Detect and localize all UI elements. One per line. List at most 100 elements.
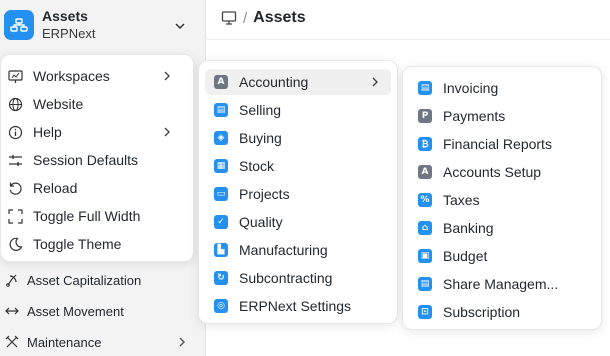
menu-item-share-management[interactable]: ▤ Share Managem... bbox=[409, 271, 595, 297]
menu-item-invoicing[interactable]: ▤ Invoicing bbox=[409, 75, 595, 101]
financial-reports-icon: ₿ bbox=[418, 137, 432, 151]
quality-icon: ✓ bbox=[214, 215, 228, 229]
menu-item-session-defaults[interactable]: Session Defaults bbox=[7, 147, 189, 173]
sidebar-item-label: Asset Capitalization bbox=[27, 272, 142, 288]
menu-item-label: Toggle Full Width bbox=[33, 208, 141, 224]
menu-item-help[interactable]: Help bbox=[7, 119, 189, 145]
menu-item-label: Session Defaults bbox=[33, 152, 139, 168]
app-subtitle: ERPNext bbox=[42, 26, 96, 41]
app-title: Assets bbox=[42, 8, 88, 24]
menu-item-label: Subcontracting bbox=[239, 270, 333, 286]
menu-item-label: Website bbox=[33, 96, 84, 112]
menu-item-label: Invoicing bbox=[443, 80, 499, 96]
menu-item-subcontracting[interactable]: ↻ Subcontracting bbox=[205, 265, 391, 291]
share-management-icon: ▤ bbox=[418, 277, 432, 291]
menu-item-taxes[interactable]: % Taxes bbox=[409, 187, 595, 213]
moon-icon bbox=[7, 236, 23, 252]
menu-item-erpnext-settings[interactable]: ◎ ERPNext Settings bbox=[205, 293, 391, 319]
invoicing-icon: ▤ bbox=[418, 81, 432, 95]
arrows-left-right-icon bbox=[4, 303, 20, 319]
menu-item-label: Taxes bbox=[443, 192, 480, 208]
menu-item-label: Subscription bbox=[443, 304, 521, 320]
sidebar-item-asset-capitalization[interactable]: Asset Capitalization bbox=[0, 266, 200, 294]
menu-item-label: Budget bbox=[443, 248, 488, 264]
menu-item-label: Financial Reports bbox=[443, 136, 552, 152]
settings-icon: ◎ bbox=[214, 299, 228, 313]
taxes-icon: % bbox=[418, 193, 432, 207]
breadcrumb-separator: / bbox=[243, 9, 248, 27]
menu-item-financial-reports[interactable]: ₿ Financial Reports bbox=[409, 131, 595, 157]
menu-item-accounts-setup[interactable]: A Accounts Setup bbox=[409, 159, 595, 185]
menu-item-toggle-theme[interactable]: Toggle Theme bbox=[7, 231, 189, 257]
menu-item-label: Quality bbox=[239, 214, 283, 230]
expand-icon bbox=[7, 208, 23, 224]
menu-item-label: Share Managem... bbox=[443, 276, 559, 292]
menu-item-budget[interactable]: ▣ Budget bbox=[409, 243, 595, 269]
menu-item-label: Payments bbox=[443, 108, 506, 124]
menu-item-banking[interactable]: ⌂ Banking bbox=[409, 215, 595, 241]
info-icon bbox=[7, 124, 23, 140]
menu-item-label: Stock bbox=[239, 158, 275, 174]
menu-item-label: Help bbox=[33, 124, 62, 140]
sidebar-item-label: Asset Movement bbox=[27, 303, 124, 319]
stock-icon: ▦ bbox=[214, 159, 228, 173]
menu-item-label: Reload bbox=[33, 180, 78, 196]
chevron-right-icon[interactable] bbox=[176, 335, 188, 349]
menu-item-payments[interactable]: P Payments bbox=[409, 103, 595, 129]
menu-item-label: Accounts Setup bbox=[443, 164, 542, 180]
menu-item-toggle-full-width[interactable]: Toggle Full Width bbox=[7, 203, 189, 229]
menu-item-label: Accounting bbox=[239, 74, 309, 90]
presentation-icon bbox=[7, 68, 23, 84]
subscription-icon: ⊡ bbox=[418, 305, 432, 319]
accounting-menu: ▤ Invoicing P Payments ₿ Financial Repor… bbox=[402, 66, 602, 330]
menu-item-selling[interactable]: ▤ Selling bbox=[205, 97, 391, 123]
globe-icon bbox=[7, 96, 23, 112]
accounting-icon: A bbox=[214, 75, 228, 89]
subcontracting-icon: ↻ bbox=[214, 271, 228, 285]
page-header: / Assets bbox=[207, 0, 610, 40]
page-title[interactable]: Assets bbox=[253, 9, 305, 27]
app-switcher[interactable]: Assets ERPNext bbox=[0, 0, 200, 50]
menu-item-label: Selling bbox=[239, 102, 282, 118]
menu-item-label: Manufacturing bbox=[239, 242, 328, 258]
menu-item-website[interactable]: Website bbox=[7, 91, 189, 117]
payments-icon: P bbox=[418, 109, 432, 123]
menu-item-subscription[interactable]: ⊡ Subscription bbox=[409, 299, 595, 325]
menu-item-workspaces[interactable]: Workspaces bbox=[7, 63, 189, 89]
sidebar-item-maintenance[interactable]: Maintenance bbox=[0, 328, 200, 356]
menu-item-accounting[interactable]: A Accounting bbox=[205, 69, 391, 95]
asset-capitalization-icon bbox=[4, 272, 20, 288]
chevron-right-icon bbox=[164, 127, 170, 137]
reload-icon bbox=[7, 180, 23, 196]
chevron-right-icon bbox=[372, 77, 378, 87]
breadcrumb: / Assets bbox=[221, 9, 306, 27]
menu-item-buying[interactable]: ◈ Buying bbox=[205, 125, 391, 151]
banking-icon: ⌂ bbox=[418, 221, 432, 235]
sidebar-item-label: Maintenance bbox=[27, 334, 102, 350]
manufacturing-icon: ▙ bbox=[214, 243, 228, 257]
app-menu: Workspaces Website Help Session Defaults… bbox=[0, 54, 194, 262]
tools-icon bbox=[4, 334, 20, 350]
menu-item-label: Banking bbox=[443, 220, 494, 236]
sliders-icon bbox=[7, 152, 23, 168]
buying-icon: ◈ bbox=[214, 131, 228, 145]
menu-item-label: Projects bbox=[239, 186, 290, 202]
accounts-setup-icon: A bbox=[418, 165, 432, 179]
assets-logo-icon bbox=[4, 10, 34, 40]
menu-item-stock[interactable]: ▦ Stock bbox=[205, 153, 391, 179]
menu-item-reload[interactable]: Reload bbox=[7, 175, 189, 201]
desktop-icon[interactable] bbox=[221, 10, 237, 26]
menu-item-quality[interactable]: ✓ Quality bbox=[205, 209, 391, 235]
menu-item-label: Workspaces bbox=[33, 68, 110, 84]
menu-item-projects[interactable]: ▭ Projects bbox=[205, 181, 391, 207]
menu-item-label: Toggle Theme bbox=[33, 236, 122, 252]
projects-icon: ▭ bbox=[214, 187, 228, 201]
menu-item-label: Buying bbox=[239, 130, 282, 146]
menu-item-label: ERPNext Settings bbox=[239, 298, 352, 314]
menu-item-manufacturing[interactable]: ▙ Manufacturing bbox=[205, 237, 391, 263]
chevron-right-icon bbox=[164, 71, 170, 81]
budget-icon: ▣ bbox=[418, 249, 432, 263]
sidebar-item-asset-movement[interactable]: Asset Movement bbox=[0, 297, 200, 325]
chevron-down-icon[interactable] bbox=[172, 18, 188, 34]
workspaces-menu: A Accounting ▤ Selling ◈ Buying ▦ Stock … bbox=[198, 60, 398, 324]
